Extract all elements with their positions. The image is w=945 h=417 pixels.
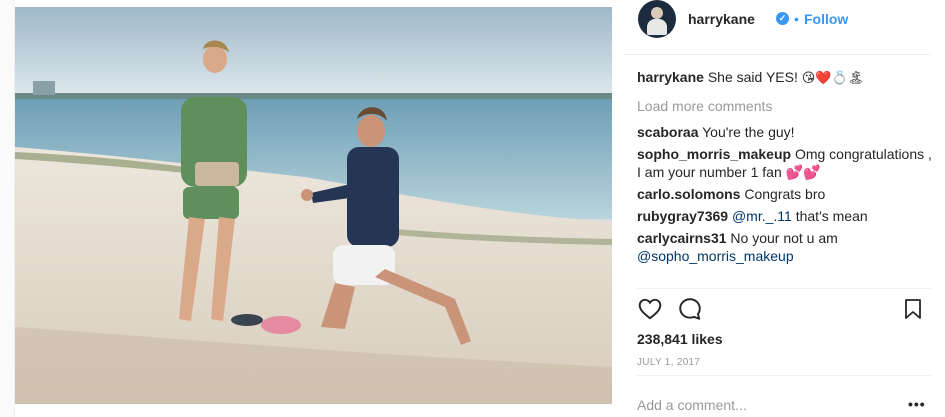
- avatar[interactable]: [638, 0, 676, 38]
- caption-emoji: 😘❤️💍🏝: [801, 71, 865, 86]
- comment-item: rubygray7369 @mr._.11 that's mean: [637, 207, 933, 225]
- proposal-beach-photo: [15, 7, 612, 404]
- bookmark-icon[interactable]: [901, 296, 925, 327]
- heart-icon[interactable]: [637, 296, 663, 327]
- comment-username[interactable]: rubygray7369: [637, 208, 728, 224]
- comment-username[interactable]: carlo.solomons: [637, 186, 740, 202]
- likes-count[interactable]: 238,841 likes: [637, 331, 723, 347]
- comment-username[interactable]: scaboraa: [637, 124, 698, 140]
- post-actions: [637, 296, 931, 324]
- comments-list: harrykane She said YES! 😘❤️💍🏝 Load more …: [637, 68, 933, 269]
- comment-item: sopho_morris_makeup Omg congratulations …: [637, 145, 933, 181]
- comment-username[interactable]: carlycairns31: [637, 230, 727, 246]
- comment-text: You're the guy!: [702, 124, 795, 140]
- caption-text: She said YES!: [707, 69, 798, 85]
- comment-text: that's mean: [795, 208, 868, 224]
- post-header: harrykane ✓ • Follow: [638, 0, 938, 40]
- comment-mention[interactable]: @mr._.11: [732, 208, 792, 224]
- avatar-head-shape: [651, 7, 663, 19]
- load-more-comments-button[interactable]: Load more comments: [637, 97, 933, 115]
- post-date: JULY 1, 2017: [637, 357, 701, 368]
- comment-item: carlycairns31 No your not u am @sopho_mo…: [637, 229, 933, 265]
- comment-item: carlo.solomons Congrats bro: [637, 185, 933, 203]
- comment-item: scaboraa You're the guy!: [637, 123, 933, 141]
- avatar-body-shape: [647, 19, 667, 35]
- follow-button[interactable]: Follow: [804, 11, 848, 27]
- caption-username[interactable]: harrykane: [637, 69, 704, 85]
- header-divider: [624, 54, 931, 55]
- comment-box-divider: [637, 375, 931, 376]
- post-side-panel: harrykane ✓ • Follow harrykane She said …: [624, 0, 945, 417]
- comment-mention[interactable]: @sopho_morris_makeup: [637, 248, 794, 264]
- actions-divider: [637, 288, 931, 289]
- post-photo[interactable]: [15, 7, 612, 404]
- verified-badge-icon: ✓: [776, 12, 789, 25]
- add-comment-input[interactable]: [637, 396, 907, 414]
- header-username[interactable]: harrykane: [688, 11, 755, 27]
- comment-text: Congrats bro: [744, 186, 826, 202]
- comment-bubble-icon[interactable]: [677, 296, 703, 327]
- comment-text: No your not u am: [730, 230, 838, 246]
- follow-separator: •: [794, 11, 799, 27]
- caption: harrykane She said YES! 😘❤️💍🏝: [637, 68, 933, 88]
- more-options-icon[interactable]: •••: [908, 396, 926, 412]
- comment-username[interactable]: sopho_morris_makeup: [637, 146, 791, 162]
